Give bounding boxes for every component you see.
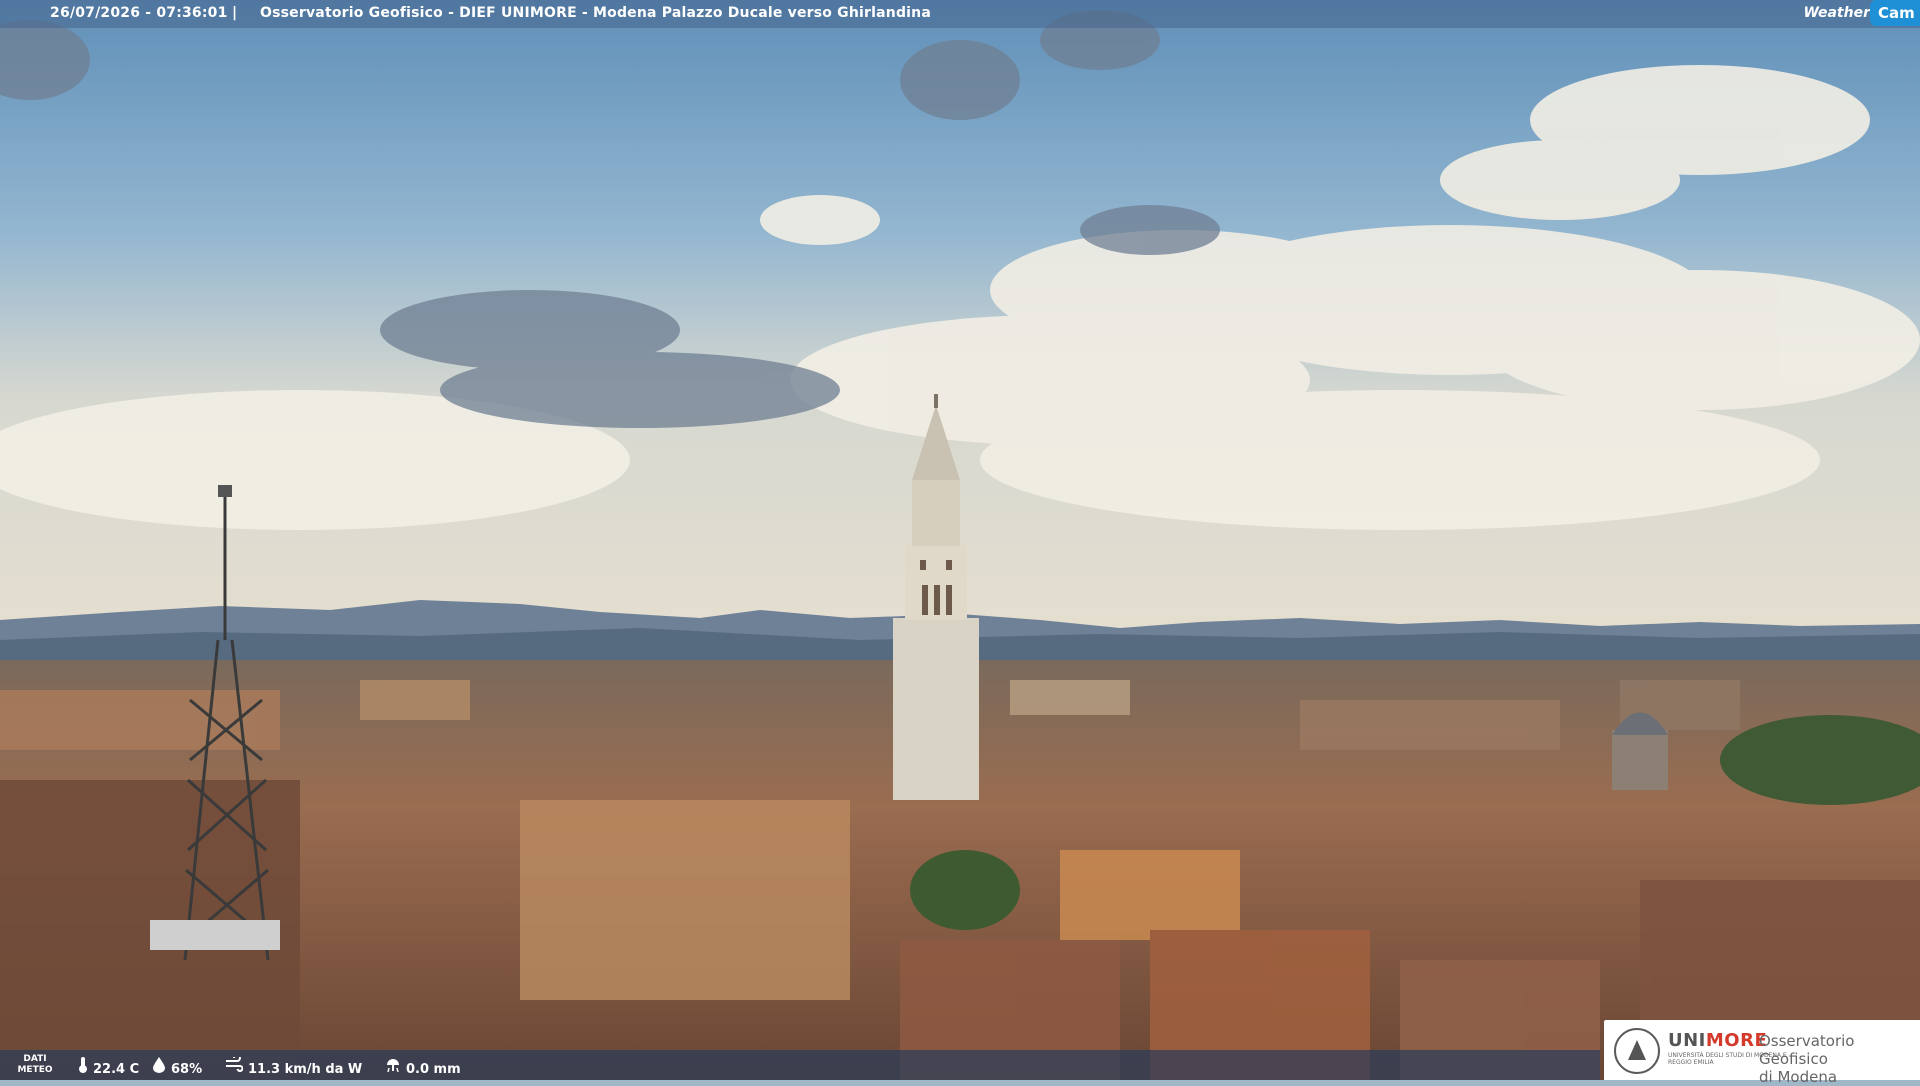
wind-value: 11.3 km/h da W: [248, 1062, 363, 1077]
rain-reading: 0.0 mm: [385, 1057, 461, 1077]
university-seal-icon: [1614, 1028, 1660, 1074]
weathercam-logo-text: Weather: [1803, 5, 1870, 21]
webcam-image: [0, 0, 1920, 1080]
observatory-name-line2: di Modena: [1759, 1068, 1838, 1086]
wind-reading: 11.3 km/h da W: [225, 1054, 363, 1077]
temperature-value: 22.4 C: [93, 1062, 140, 1077]
rain-value: 0.0 mm: [406, 1062, 461, 1077]
university-name: UNIMORE: [1668, 1030, 1767, 1051]
weather-label: DATI METEO: [10, 1054, 60, 1076]
university-name-part1: UNI: [1668, 1030, 1706, 1051]
humidity-value: 68%: [171, 1062, 203, 1077]
caption-separator: |: [232, 5, 238, 21]
rain-icon: [385, 1057, 401, 1077]
weather-label-line1: DATI: [23, 1054, 47, 1064]
wind-icon: [225, 1054, 244, 1077]
weather-bar: DATI METEO 22.4 C 68% 11.3 km/h da W 0.0…: [0, 1050, 1600, 1080]
camera-title: Osservatorio Geofisico - DIEF UNIMORE - …: [260, 5, 931, 21]
observatory-name: Osservatorio Geofisico di Modena: [1759, 1032, 1920, 1086]
humidity-reading: 68%: [152, 1057, 202, 1077]
weathercam-logo-badge: Cam: [1870, 0, 1920, 26]
unimore-logo: UNIMORE UNIVERSITÀ DEGLI STUDI DI MODENA…: [1604, 1020, 1920, 1086]
caption-bar: 26/07/2026 - 07:36:01 | Osservatorio Geo…: [0, 0, 1920, 28]
weather-label-line2: METEO: [17, 1065, 53, 1075]
weathercam-logo-badge-text: Cam: [1878, 4, 1915, 22]
observatory-name-line1: Osservatorio Geofisico: [1759, 1032, 1855, 1068]
thermometer-icon: [78, 1057, 88, 1077]
droplet-icon: [152, 1057, 166, 1077]
timestamp: 26/07/2026 - 07:36:01: [50, 5, 228, 21]
temperature-reading: 22.4 C: [78, 1057, 139, 1077]
